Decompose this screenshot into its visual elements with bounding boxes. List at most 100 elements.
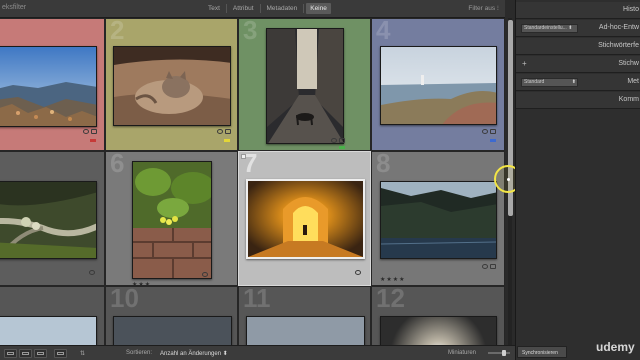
grid-cell[interactable]: 4 xyxy=(371,18,505,151)
bottom-toolbar: ⇅ Sortieren: Anzahl an Änderungen ⬍ Mini… xyxy=(0,345,515,360)
sort-direction-icon[interactable]: ⇅ xyxy=(80,350,85,357)
metadata-badge-icon[interactable] xyxy=(355,270,361,275)
thumbnail-size-slider[interactable] xyxy=(488,350,510,356)
metadata-badge-icon[interactable] xyxy=(89,270,95,275)
grid-cell[interactable]: 8 ★★★★ xyxy=(371,151,505,286)
right-panel: Histo Standardeinstellu... ⬍ Ad-hoc-Entw… xyxy=(515,0,640,360)
photo-thumbnail[interactable] xyxy=(113,46,231,126)
panel-comments[interactable]: Komm xyxy=(516,92,640,109)
grid-cell[interactable] xyxy=(0,286,105,345)
metadata-badge-icon[interactable] xyxy=(83,129,89,134)
photo-thumbnail[interactable] xyxy=(0,316,97,345)
photo-thumbnail[interactable] xyxy=(246,316,365,345)
panel-quick-develop[interactable]: Standardeinstellu... ⬍ Ad-hoc-Entw xyxy=(516,20,640,37)
grid-cell[interactable]: 3 xyxy=(238,18,371,151)
panel-title: Stichw xyxy=(618,60,639,67)
udemy-watermark: udemy xyxy=(596,340,635,354)
metadata-badge-icon[interactable] xyxy=(202,272,208,277)
photo-thumbnail[interactable] xyxy=(246,179,365,259)
thumbnail-size-label: Miniaturen xyxy=(448,350,477,356)
filter-tab-attribute[interactable]: Attribut xyxy=(229,3,258,14)
photo-thumbnail[interactable] xyxy=(132,161,212,279)
panel-keyword-list[interactable]: + Stichw xyxy=(516,56,640,73)
library-filter-bar: eksfilter Text Attribut Metadaten Keine … xyxy=(0,0,505,18)
photo-thumbnail[interactable] xyxy=(0,181,97,259)
tab-divider xyxy=(259,4,261,13)
thumbnail-badges xyxy=(217,129,231,134)
panel-title: Stichwörterfe xyxy=(598,42,639,49)
sort-dropdown[interactable]: Anzahl an Änderungen ⬍ xyxy=(160,350,228,357)
loupe-view-icon xyxy=(22,352,29,355)
filter-bar-title: eksfilter xyxy=(2,4,27,11)
photo-thumbnail[interactable] xyxy=(266,28,344,144)
color-label-green xyxy=(339,146,345,149)
grid-cell-selected[interactable]: 7 xyxy=(238,151,371,286)
metadata-badge-icon[interactable] xyxy=(482,129,488,134)
filter-tab-none[interactable]: Keine xyxy=(306,3,331,14)
survey-view-icon xyxy=(57,352,64,355)
grid-cell[interactable] xyxy=(0,151,105,286)
cell-index: 8 xyxy=(376,151,391,178)
tab-divider xyxy=(303,4,305,13)
metadata-preset-select[interactable]: Standard ⬍ xyxy=(521,78,578,87)
grid-cell[interactable]: 6 ★★★ xyxy=(105,151,238,286)
crop-badge-icon[interactable] xyxy=(490,129,496,134)
crop-badge-icon[interactable] xyxy=(225,129,231,134)
panel-metadata[interactable]: Standard ⬍ Met xyxy=(516,74,640,91)
dog-in-alley-image xyxy=(267,29,343,143)
sync-button[interactable]: Synchronisieren xyxy=(517,346,567,358)
filter-tab-text[interactable]: Text xyxy=(204,3,224,14)
photo-thumbnail[interactable] xyxy=(380,46,497,125)
sort-label: Sortieren: xyxy=(126,350,153,356)
cell-index: 3 xyxy=(243,18,258,45)
chevron-updown-icon: ⬍ xyxy=(571,79,576,85)
thumbnail-badges xyxy=(355,270,361,275)
loupe-view-button[interactable] xyxy=(19,349,32,358)
crop-badge-icon[interactable] xyxy=(339,138,345,143)
filter-off-dropdown[interactable]: Filter aus ⁝ xyxy=(468,4,499,12)
color-label-red xyxy=(90,139,96,142)
cell-index: 6 xyxy=(110,151,125,178)
thumbnail-badges xyxy=(83,129,97,134)
panel-histogram[interactable]: Histo xyxy=(516,2,640,19)
crop-badge-icon[interactable] xyxy=(91,129,97,134)
photo-thumbnail[interactable] xyxy=(0,46,97,127)
slider-knob[interactable] xyxy=(502,350,506,356)
tab-divider xyxy=(225,4,227,13)
crop-badge-icon[interactable] xyxy=(490,264,496,269)
add-keyword-icon[interactable]: + xyxy=(522,59,527,68)
metadata-badge-icon[interactable] xyxy=(331,138,337,143)
grid-cell[interactable]: 2 xyxy=(105,18,238,151)
filter-tabs: Text Attribut Metadaten Keine xyxy=(204,3,331,14)
photo-thumbnail[interactable] xyxy=(113,316,232,345)
star-rating[interactable]: ★★★★ xyxy=(380,276,406,283)
survey-view-button[interactable] xyxy=(54,349,67,358)
coast-aerial-image xyxy=(0,47,96,126)
moss-branches-image xyxy=(0,182,96,258)
grid-cell[interactable] xyxy=(0,18,105,151)
filter-tab-metadata[interactable]: Metadaten xyxy=(263,3,302,14)
flower-wall-image xyxy=(133,162,211,278)
cell-index: 11 xyxy=(243,286,271,313)
grid-cell[interactable]: 10 xyxy=(105,286,238,345)
metadata-badge-icon[interactable] xyxy=(482,264,488,269)
metadata-badge-icon[interactable] xyxy=(217,129,223,134)
photo-thumbnail[interactable] xyxy=(380,181,497,259)
grid-cell[interactable]: 11 xyxy=(238,286,371,345)
cat-on-blanket-image xyxy=(114,47,230,125)
photo-thumbnail[interactable] xyxy=(380,316,497,345)
grid-cell[interactable]: 12 xyxy=(371,286,505,345)
grid-view-icon xyxy=(7,352,14,355)
pick-flag-icon[interactable] xyxy=(241,154,246,159)
grid-view-button[interactable] xyxy=(4,349,17,358)
color-label-blue xyxy=(490,139,496,142)
preset-select[interactable]: Standardeinstellu... ⬍ xyxy=(521,24,578,33)
thumbnail-badges xyxy=(331,138,345,143)
compare-view-button[interactable] xyxy=(34,349,47,358)
panel-keywording[interactable]: Stichwörterfe xyxy=(516,38,640,55)
cell-index: 10 xyxy=(110,286,139,313)
app-window: eksfilter Text Attribut Metadaten Keine … xyxy=(0,0,640,360)
fjord-night-image xyxy=(381,182,496,258)
panel-title: Ad-hoc-Entw xyxy=(598,24,639,31)
panel-title: Met xyxy=(627,78,639,85)
